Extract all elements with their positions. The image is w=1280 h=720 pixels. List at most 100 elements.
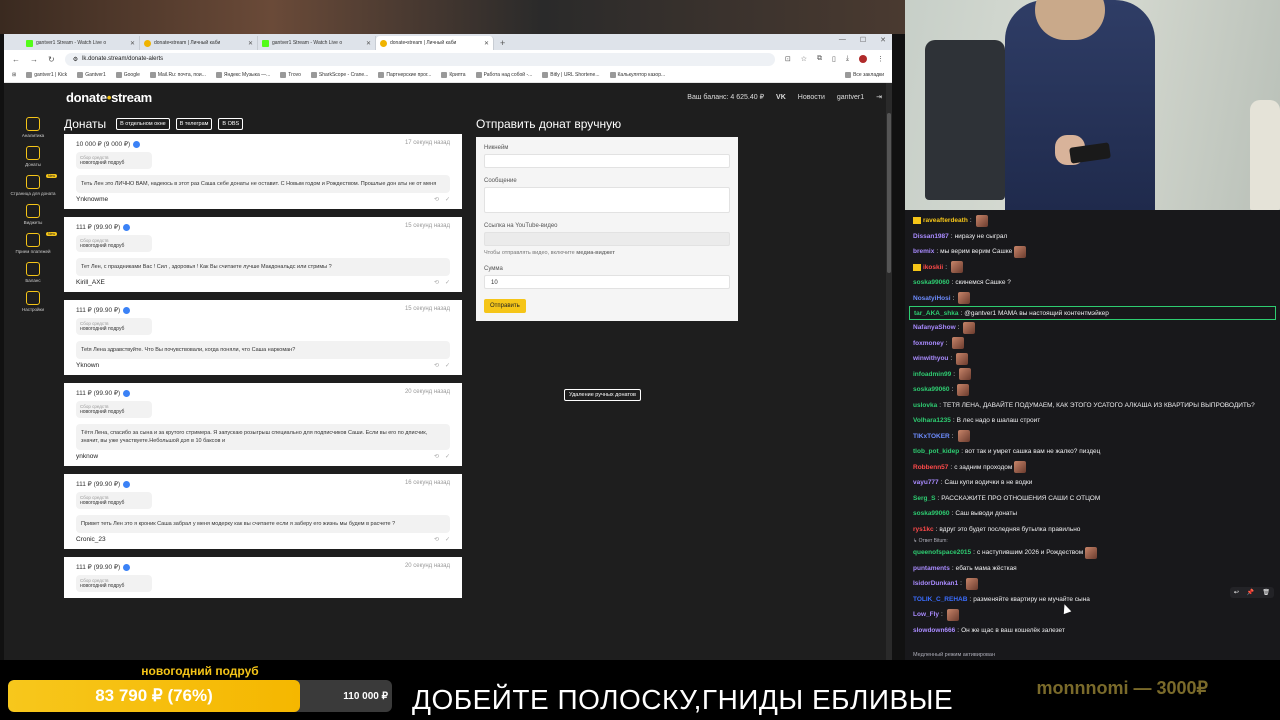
tab-close-icon[interactable]: ✕ [366,40,371,47]
reload-icon[interactable]: ↻ [48,55,55,64]
user-menu[interactable]: gantver1 [837,94,864,101]
obs-button[interactable]: В OBS [218,118,244,130]
chat-username[interactable]: IsidorDunkan1 [913,580,958,587]
install-icon[interactable]: ⊡ [785,55,791,63]
reply-icon[interactable]: ↩ [1234,589,1239,596]
new-tab-button[interactable]: + [494,36,511,50]
replay-icon[interactable]: ⟲ [434,279,439,286]
chat-username[interactable]: NosatyiHosi [913,295,951,302]
replay-icon[interactable]: ⟲ [434,453,439,460]
tab-close-icon[interactable]: ✕ [248,40,253,47]
apps-icon[interactable]: ⊞ [12,72,16,78]
news-link[interactable]: Новости [798,94,825,101]
back-icon[interactable]: ← [12,55,20,64]
forward-icon[interactable]: → [30,55,38,64]
sidebar-item[interactable]: Виджеты [7,204,59,225]
sidepanel-icon[interactable]: ▯ [832,55,836,63]
chat-username[interactable]: slowdown666 [913,627,955,634]
pin-icon[interactable]: 📌 [1247,589,1254,596]
chat-username[interactable]: Robbenn57 [913,464,948,471]
replay-icon[interactable]: ⟲ [434,536,439,543]
bookmark-item[interactable]: Gantver1 [77,72,106,78]
browser-tab[interactable]: donate•stream | Личный каби ✕ [140,36,258,50]
sidebar-item[interactable]: New Страница для доната [7,174,59,196]
message-input[interactable] [484,187,730,213]
browser-tab[interactable]: gantver1 Stream - Watch Live o ✕ [258,36,376,50]
chat-username[interactable]: Serg_S [913,495,935,502]
tab-close-icon[interactable]: ✕ [130,40,135,47]
check-icon[interactable]: ✓ [445,453,450,460]
chat-username[interactable]: foxmoney [913,340,944,347]
chat-username[interactable]: tar_AKA_shka [914,310,958,317]
sidebar-item[interactable]: Баланс [7,262,59,283]
chat-username[interactable]: soska99060 [913,279,950,286]
bookmark-item[interactable]: Bitly | URL Shortene... [542,72,600,78]
chat-username[interactable]: bremix [913,248,934,255]
bookmark-item[interactable]: Mail.Ru: почта, пои... [149,72,206,78]
chat-username[interactable]: Low_Fly [913,611,939,618]
check-icon[interactable]: ✓ [445,362,450,369]
chat-username[interactable]: Volhara1235 [913,417,951,424]
sidebar-item[interactable]: Аналитика [7,117,59,138]
chat-username[interactable]: tlob_pot_kidep [913,448,959,455]
bookmark-item[interactable]: SharkScope - Crane... [310,72,368,78]
send-button[interactable]: Отправить [484,299,526,313]
delete-icon[interactable]: 🗑 [1262,589,1270,596]
sum-input[interactable]: 10 [484,275,730,289]
chat-username[interactable]: uslovka [913,402,937,409]
bookmark-item[interactable]: Калькулятор казор... [609,72,665,78]
sidebar-item[interactable]: New Прием платежей [7,232,59,254]
bookmark-star-icon[interactable]: ☆ [801,55,807,63]
close-icon[interactable]: ✕ [880,36,886,44]
check-icon[interactable]: ✓ [445,279,450,286]
chat-username[interactable]: NafanyaShow [913,324,956,331]
replay-icon[interactable]: ⟲ [434,196,439,203]
logo[interactable]: donate•stream [66,90,152,105]
bookmark-item[interactable]: Крипта [441,72,466,78]
chat-username[interactable]: TOLIK_C_REHAB [913,596,967,603]
bookmark-item[interactable]: Партнерские прог... [378,72,431,78]
minimize-icon[interactable]: — [839,36,846,44]
bookmark-item[interactable]: Работа над собой -... [475,72,532,78]
chat-username[interactable]: Dissan1987 [913,233,949,240]
download-icon[interactable]: ⤓ [846,55,849,63]
chat-username[interactable]: soska99060 [913,386,950,393]
chat-username[interactable]: vayu777 [913,479,939,486]
tab-close-icon[interactable]: ✕ [484,40,489,47]
replay-icon[interactable]: ⟲ [434,362,439,369]
check-icon[interactable]: ✓ [445,196,450,203]
menu-icon[interactable]: ⋮ [877,55,884,63]
chat-username[interactable]: puntaments [913,565,950,572]
chat-username[interactable]: soska99060 [913,510,950,517]
bookmark-item[interactable]: gantver1 | Kick [26,72,67,78]
chat-username[interactable]: ikoskii [923,264,943,271]
chat-username[interactable]: infoadmin99 [913,371,951,378]
bookmark-item[interactable]: Trovo [280,72,301,78]
browser-tab[interactable]: donate•stream | Личный каби ✕ [376,36,494,50]
delete-manual-donations-button[interactable]: Удаление ручных донатов [564,389,641,401]
chat-username[interactable]: raveafterdeath [923,217,968,224]
bookmark-item[interactable]: Яндекс Музыка —... [215,72,270,78]
bookmark-item[interactable]: Google [115,72,140,78]
chat-username[interactable]: TIKxTOKER [913,433,950,440]
browser-tab[interactable]: gantver1 Stream - Watch Live o ✕ [22,36,140,50]
profile-avatar[interactable] [859,55,867,63]
all-bookmarks[interactable]: Все закладки [845,72,884,78]
vk-icon[interactable]: VK [776,94,786,101]
logout-icon[interactable]: ⇥ [876,93,882,101]
chat-username[interactable]: rys1kc [913,526,934,533]
scrollbar-thumb[interactable] [887,113,891,273]
media-widget-link[interactable]: медиа-виджет [576,250,615,256]
site-info-icon[interactable]: ⚙ [73,56,78,63]
telegram-button[interactable]: В телеграм [175,118,213,130]
url-field[interactable]: ⚙ lk.donate.stream/donate-alerts [64,52,775,66]
check-icon[interactable]: ✓ [445,536,450,543]
extensions-icon[interactable]: ⧉ [817,55,822,63]
nickname-input[interactable] [484,154,730,168]
open-separate-window-button[interactable]: В отдельном окне [116,118,170,130]
sidebar-item[interactable]: Настройки [7,291,59,312]
sidebar-item[interactable]: Донаты [7,146,59,167]
chat-username[interactable]: queenofspace2015 [913,549,971,556]
chat-username[interactable]: winwithyou [913,355,948,362]
maximize-icon[interactable]: ☐ [860,36,866,44]
